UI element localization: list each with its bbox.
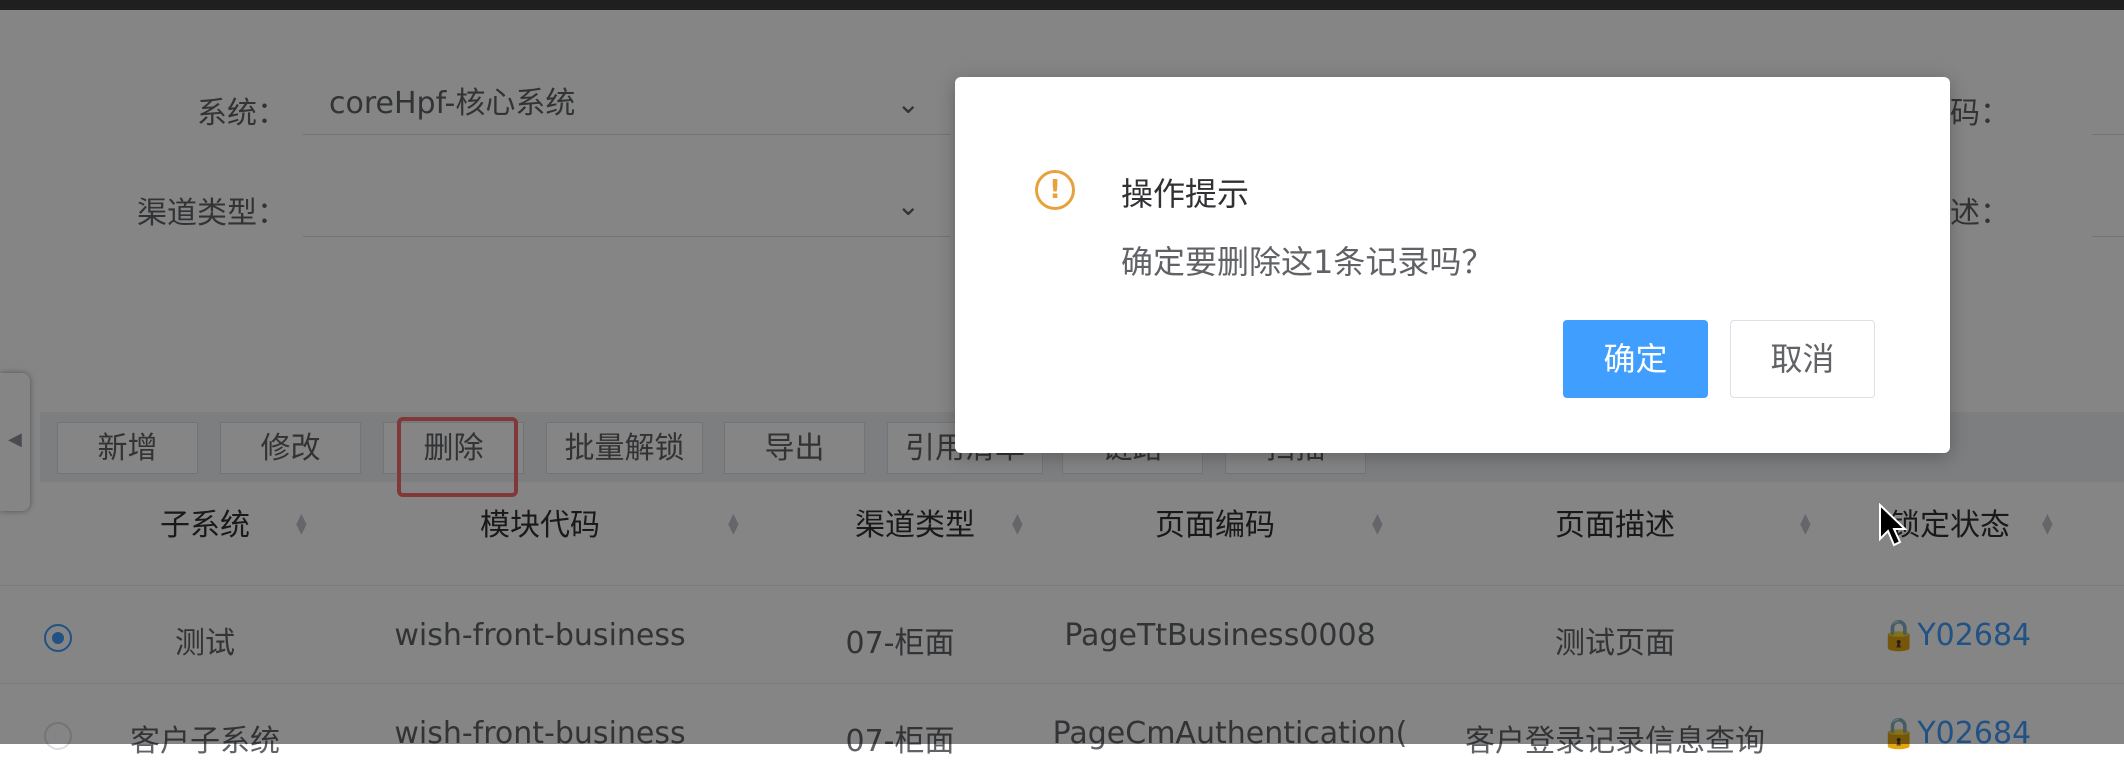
confirm-dialog: ! 操作提示 确定要删除这1条记录吗？ 确定 取消 (955, 77, 1950, 453)
dialog-title: 操作提示 (1121, 175, 1250, 213)
dialog-message: 确定要删除这1条记录吗？ (1121, 243, 1494, 281)
mouse-cursor-icon (1879, 503, 1908, 547)
confirm-button[interactable]: 确定 (1563, 320, 1708, 398)
cancel-button[interactable]: 取消 (1730, 320, 1875, 398)
warning-icon: ! (1035, 170, 1075, 210)
